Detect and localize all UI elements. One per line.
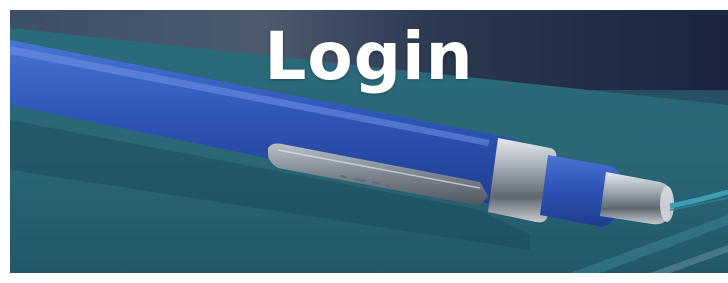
page-title: Login <box>264 18 474 95</box>
hero-banner: Login <box>10 10 728 273</box>
login-page: Login <box>0 0 728 283</box>
